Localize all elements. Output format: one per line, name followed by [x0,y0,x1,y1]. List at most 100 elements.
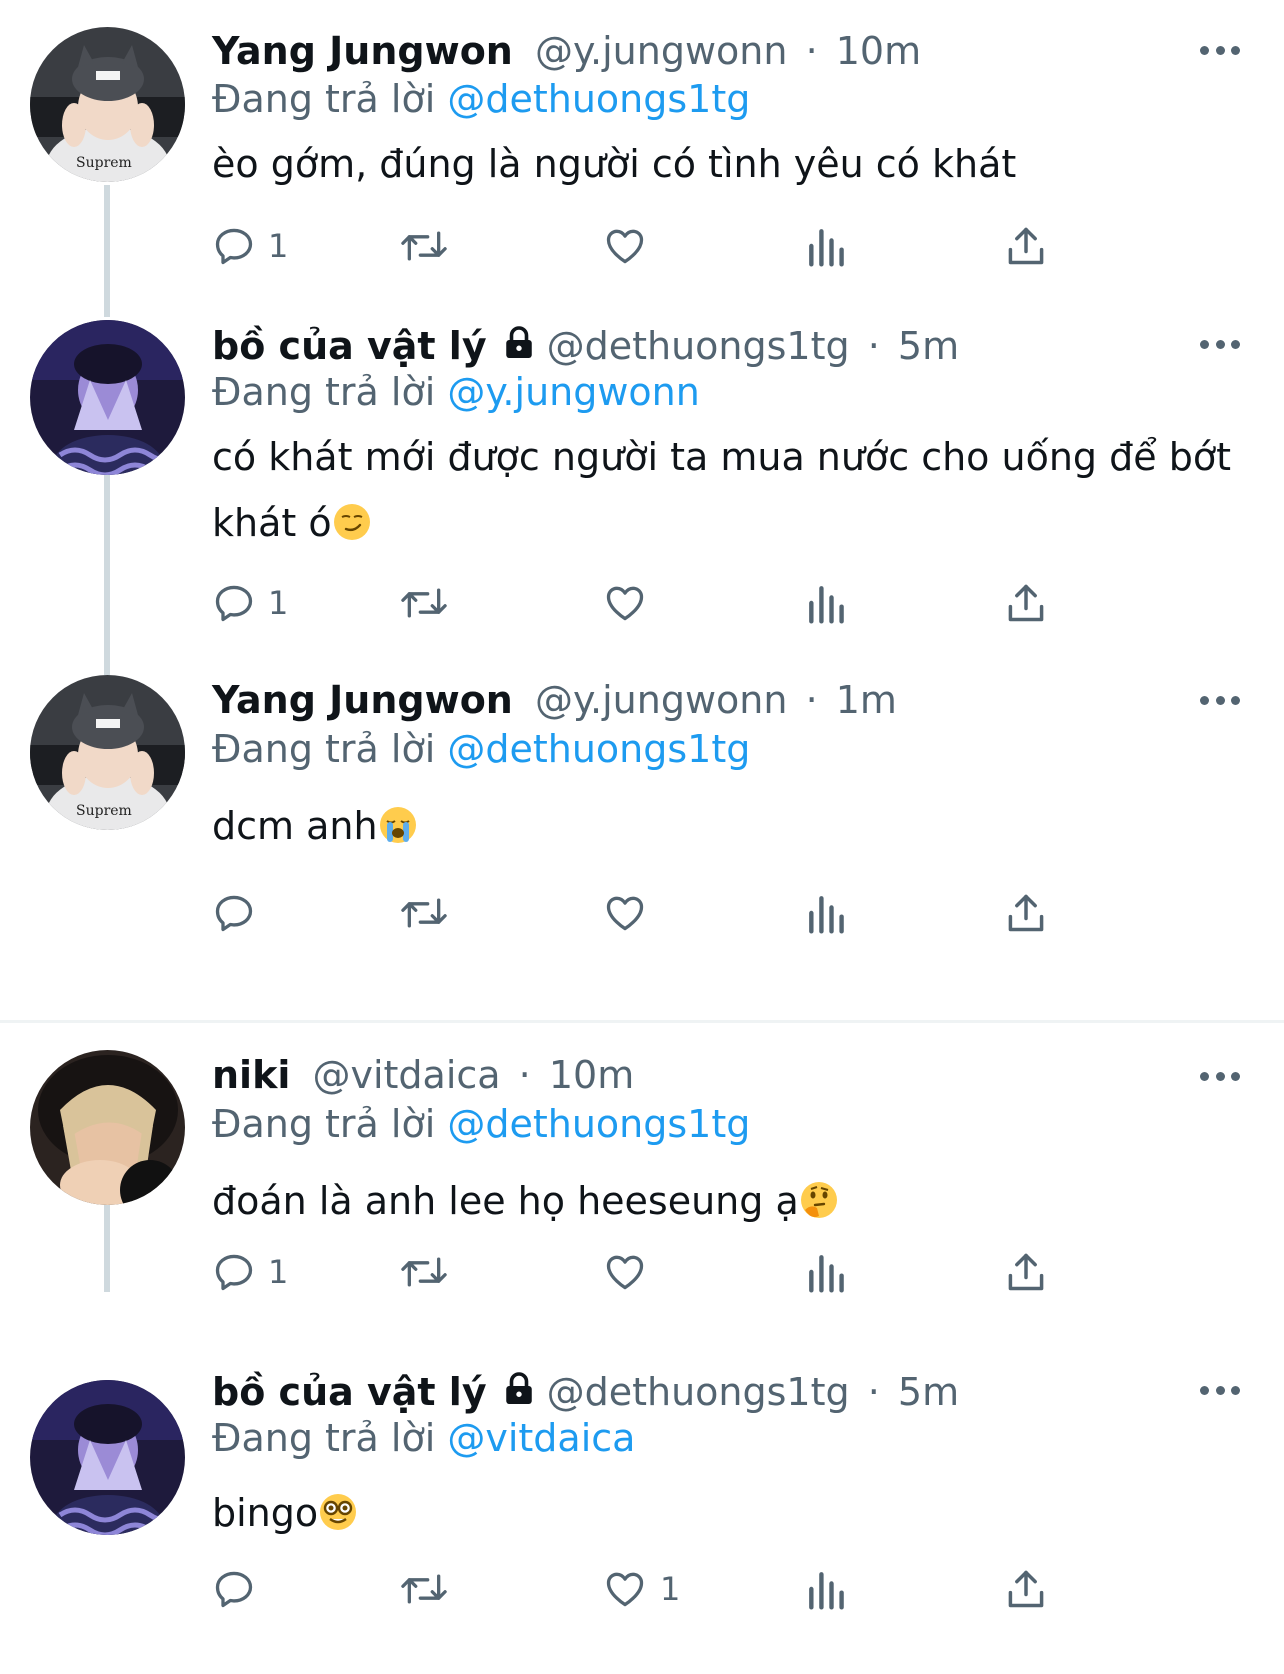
user-handle[interactable]: @y.jungwonn [535,29,788,73]
tweet-actions [212,883,1132,943]
views-icon [809,896,844,934]
views-icon [809,586,844,624]
views-button[interactable] [806,883,846,943]
reply-icon [215,1254,253,1291]
share-button[interactable] [1004,1559,1048,1619]
display-name[interactable]: Yang Jungwon [212,678,513,722]
conversation-divider [0,1020,1284,1023]
svg-text:Suprem: Suprem [76,155,132,171]
display-name[interactable]: bồ của vật lý [212,1370,487,1414]
reply-button[interactable]: 1 [212,1242,288,1302]
avatar[interactable]: Suprem [30,27,185,182]
views-icon [809,1255,844,1293]
user-handle[interactable]: @dethuongs1tg [547,1370,850,1414]
reply-count: 1 [268,1253,289,1291]
reply-thread-feed: Suprem Yang Jungwon @y.jungwonn · 10m Đa… [0,0,1284,1674]
like-button[interactable] [602,883,660,943]
mention-link[interactable]: @vitdaica [447,1416,635,1460]
reply-count: 1 [268,227,289,265]
tweet-text: đoán là anh lee họ heeseung ạ [212,1168,1232,1234]
lock-icon [501,325,537,371]
tweet-header: bồ của vật lý @dethuongs1tg · 5m [212,323,959,371]
more-icon[interactable] [1200,694,1240,706]
reply-button[interactable] [212,883,268,943]
timestamp[interactable]: 10m [549,1053,634,1097]
like-icon [606,896,644,931]
reply-button[interactable]: 1 [212,573,288,633]
tweet-text-content: èo gớm, đúng là người có tình yêu có khá… [212,142,1017,186]
tweet[interactable]: Suprem Yang Jungwon @y.jungwonn · 10m Đa… [0,0,1284,300]
display-name[interactable]: niki [212,1053,290,1097]
avatar[interactable] [30,1050,185,1205]
share-icon [1008,1253,1044,1291]
lock-icon [501,1371,537,1417]
user-handle[interactable]: @dethuongs1tg [547,324,850,368]
replying-prefix: Đang trả lời [212,1416,448,1460]
retweet-button[interactable] [398,1242,450,1302]
tweet-actions: 1 [212,1559,1132,1619]
views-button[interactable] [806,216,846,276]
like-button[interactable] [602,1242,660,1302]
share-button[interactable] [1004,883,1048,943]
timestamp[interactable]: 1m [836,678,897,722]
like-icon [606,1255,644,1290]
retweet-icon [401,1574,447,1604]
replying-prefix: Đang trả lời [212,77,448,121]
tweet[interactable]: niki @vitdaica · 10m Đang trả lời @dethu… [0,1025,1284,1370]
separator: · [867,1370,880,1414]
avatar[interactable] [30,320,185,475]
retweet-button[interactable] [398,883,450,943]
retweet-button[interactable] [398,1559,450,1619]
tweet-header: bồ của vật lý @dethuongs1tg · 5m [212,1369,959,1417]
views-icon [809,1572,844,1610]
mention-link[interactable]: @dethuongs1tg [447,77,750,121]
reply-button[interactable] [212,1559,268,1619]
tweet[interactable]: bồ của vật lý @dethuongs1tg · 5m Đang trả… [0,300,1284,660]
more-icon[interactable] [1200,44,1240,56]
retweet-icon [401,898,447,928]
like-button[interactable] [602,216,660,276]
user-handle[interactable]: @vitdaica [312,1053,500,1097]
timestamp[interactable]: 5m [898,324,959,368]
share-icon [1008,1570,1044,1608]
share-button[interactable] [1004,573,1048,633]
separator: · [867,324,880,368]
user-handle[interactable]: @y.jungwonn [535,678,788,722]
more-icon[interactable] [1200,1384,1240,1396]
like-button[interactable] [602,573,660,633]
replying-prefix: Đang trả lời [212,727,448,771]
tweet-actions: 1 [212,1242,1132,1302]
views-button[interactable] [806,1559,846,1619]
timestamp[interactable]: 5m [898,1370,959,1414]
thinking-face-emoji [800,1182,837,1218]
tweet[interactable]: bồ của vật lý @dethuongs1tg · 5m Đang trả… [0,1370,1284,1674]
timestamp[interactable]: 10m [836,29,921,73]
reply-icon [215,1571,253,1608]
more-icon[interactable] [1200,338,1240,350]
reply-icon [215,585,253,622]
avatar[interactable]: Suprem [30,675,185,830]
avatar[interactable] [30,1380,185,1535]
retweet-button[interactable] [398,573,450,633]
display-name[interactable]: Yang Jungwon [212,29,513,73]
retweet-icon [401,1257,447,1287]
tweet-text: có khát mới được người ta mua nước cho u… [212,424,1232,556]
mention-link[interactable]: @y.jungwonn [447,370,700,414]
smirking-face-emoji [333,504,370,540]
mention-link[interactable]: @dethuongs1tg [447,727,750,771]
more-icon[interactable] [1200,1070,1240,1082]
tweet-header: Yang Jungwon @y.jungwonn · 1m [212,677,897,723]
views-button[interactable] [806,573,846,633]
share-button[interactable] [1004,216,1048,276]
nerd-face-emoji [320,1494,357,1530]
tweet-text: èo gớm, đúng là người có tình yêu có khá… [212,131,1232,197]
display-name[interactable]: bồ của vật lý [212,324,487,368]
share-button[interactable] [1004,1242,1048,1302]
like-button[interactable]: 1 [602,1559,680,1619]
tweet[interactable]: Suprem Yang Jungwon @y.jungwonn · 1m Đan… [0,660,1284,1020]
svg-text:Suprem: Suprem [76,803,132,819]
retweet-button[interactable] [398,216,450,276]
mention-link[interactable]: @dethuongs1tg [447,1102,750,1146]
views-button[interactable] [806,1242,846,1302]
reply-button[interactable]: 1 [212,216,288,276]
